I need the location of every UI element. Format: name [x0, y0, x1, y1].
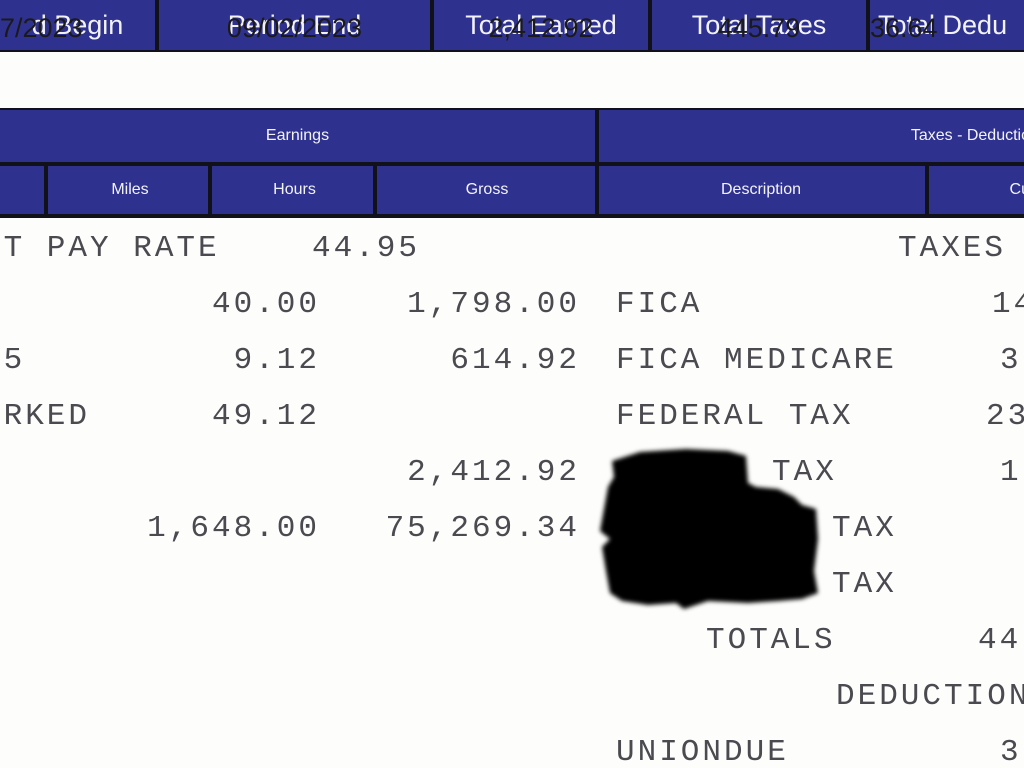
- earnings-label: 25: [0, 343, 26, 378]
- summary-value-period-end: 09/02/2023: [226, 12, 363, 43]
- deduction-row-description: UNIONDUE: [616, 735, 789, 768]
- deduction-row-current: 3: [1000, 735, 1022, 768]
- earnings-label: ORKED: [0, 399, 91, 434]
- column-header-current: Cu: [929, 166, 1024, 214]
- earnings-hours: 49.12: [211, 399, 320, 434]
- column-header-miles: Miles: [52, 166, 208, 214]
- earnings-hours: 9.12: [233, 343, 320, 378]
- grid-divider: [373, 166, 377, 214]
- earnings-hours: 1,648.00: [147, 511, 320, 546]
- column-header-description: Description: [601, 166, 921, 214]
- summary-values-row: [0, 52, 1024, 108]
- grid-divider: [595, 166, 599, 214]
- tax-row-current: 1: [1000, 455, 1022, 490]
- summary-value-total-earned: 2,412.92: [488, 12, 594, 43]
- tax-row-totals-description: TOTALS: [706, 623, 836, 658]
- tax-row-description: FICA: [616, 287, 703, 322]
- earnings-label: 0: [0, 287, 4, 322]
- grid-divider: [595, 110, 599, 162]
- earnings-rate: 44.95: [311, 231, 420, 266]
- tax-row-current: 23: [986, 399, 1024, 434]
- pay-stub-document: d Begin Period End Total Earned Total Ta…: [0, 0, 1024, 768]
- taxes-section-title: TAXES: [898, 231, 1007, 266]
- deductions-section-title: DEDUCTION: [836, 679, 1024, 714]
- summary-value-total-deductions: 36.64: [870, 12, 938, 43]
- tax-row-description: FEDERAL TAX: [616, 399, 854, 434]
- earnings-gross: 1,798.00: [407, 287, 580, 322]
- summary-value-period-begin: 7/2023: [0, 12, 83, 43]
- grid-divider: [925, 166, 929, 214]
- column-header-gross: Gross: [381, 166, 593, 214]
- tax-row-description: FICA MEDICARE: [616, 343, 897, 378]
- tax-row-description: TAX: [772, 455, 837, 490]
- earnings-label: NT PAY RATE: [0, 231, 220, 266]
- earnings-gross: 2,412.92: [407, 455, 580, 490]
- earnings-gross: 614.92: [450, 343, 580, 378]
- summary-value-total-taxes: 445.79: [717, 12, 801, 43]
- tax-row-current: 14: [992, 287, 1024, 322]
- earnings-label: S: [0, 455, 4, 490]
- group-header-earnings: Earnings: [0, 110, 595, 162]
- earnings-hours: 40.00: [211, 287, 320, 322]
- tax-row-totals-current: 44: [978, 623, 1022, 658]
- group-header-taxes-deductions: Taxes - Deductio: [601, 110, 1024, 162]
- grid-divider: [44, 166, 48, 214]
- grid-separator: [0, 214, 1024, 218]
- earnings-gross: 75,269.34: [385, 511, 580, 546]
- grid-divider: [208, 166, 212, 214]
- tax-row-description: TAX: [832, 511, 897, 546]
- column-header-hours: Hours: [216, 166, 373, 214]
- tax-row-description: TAX: [832, 567, 897, 602]
- column-header-spacer: [0, 166, 44, 214]
- tax-row-current: 3: [1000, 343, 1022, 378]
